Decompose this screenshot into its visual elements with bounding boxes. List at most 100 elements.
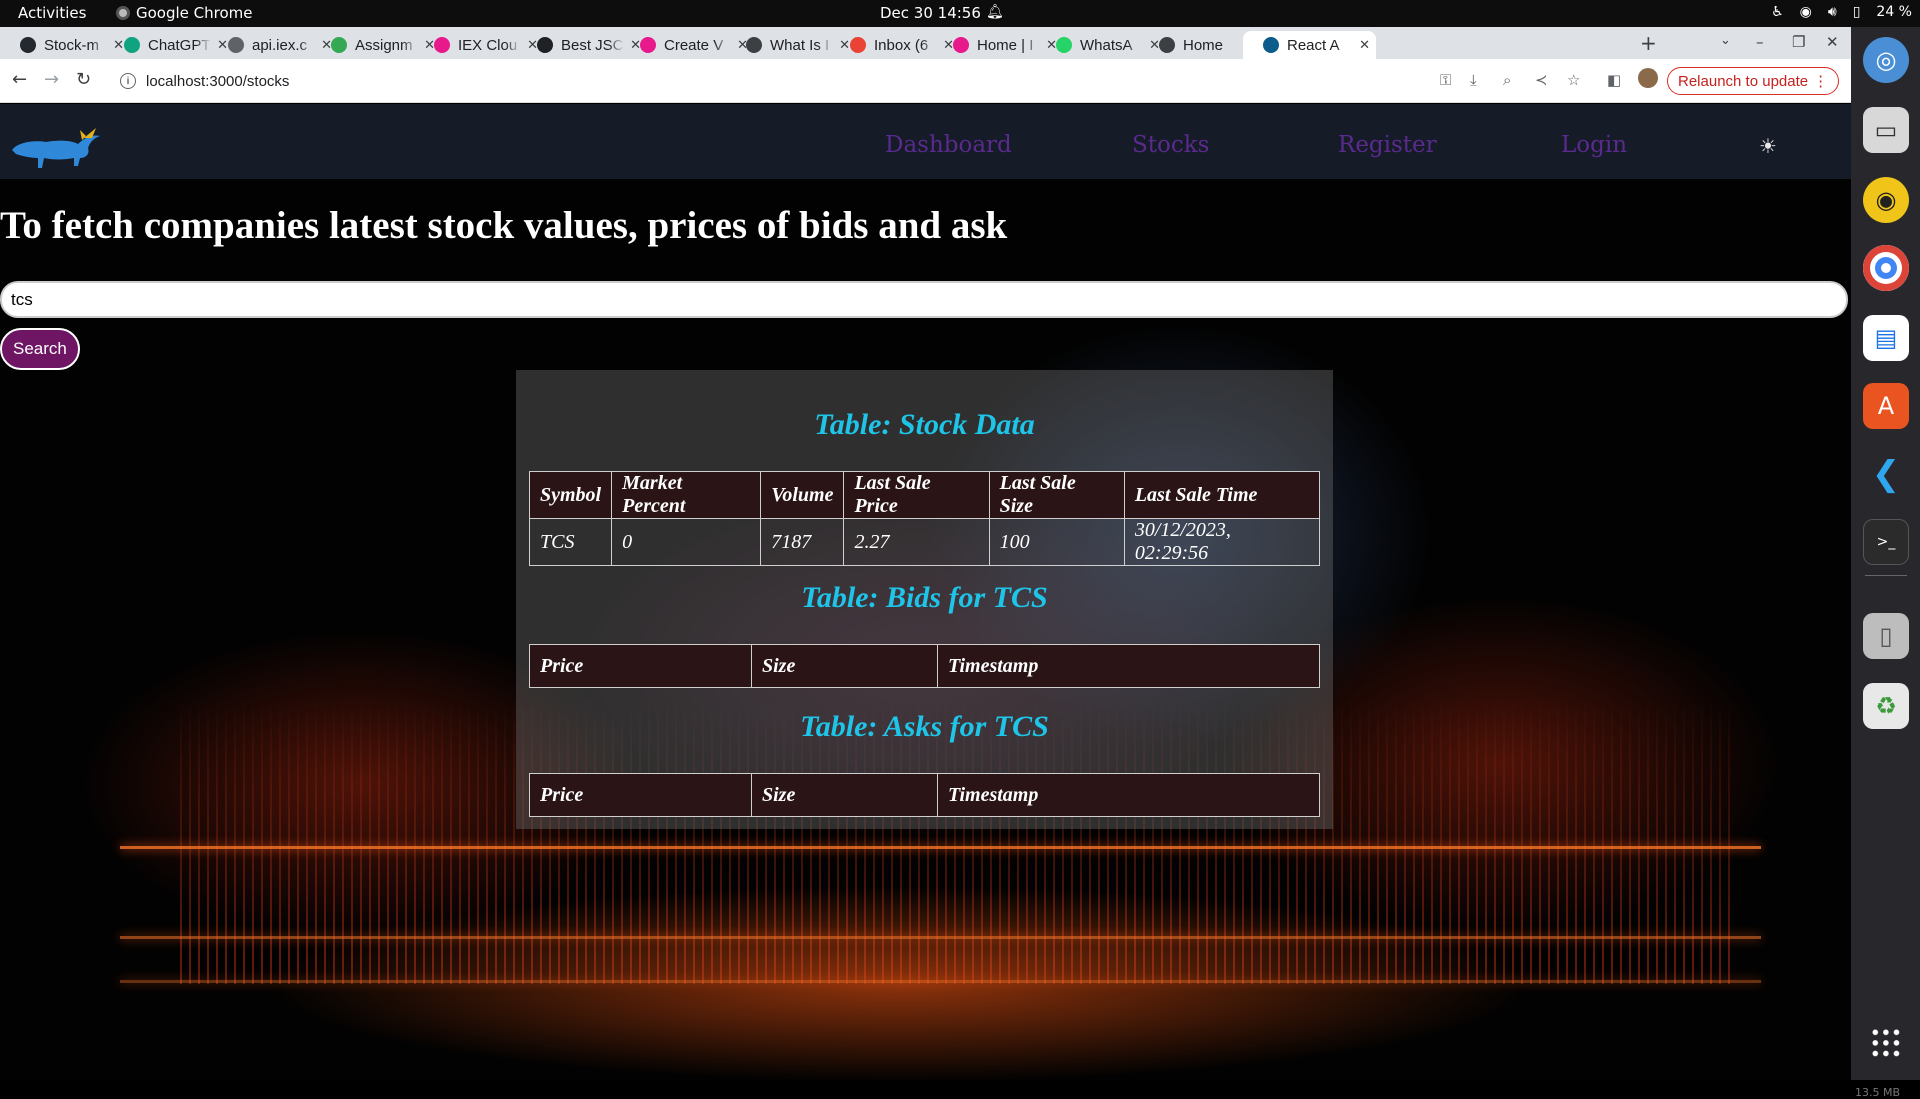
bull-logo-icon[interactable] xyxy=(8,126,104,170)
activities-button[interactable]: Activities xyxy=(18,4,86,22)
bids-table: Price Size Timestamp xyxy=(529,644,1320,688)
side-panel-icon[interactable]: ◧ xyxy=(1607,71,1621,89)
nav-register-link[interactable]: Register xyxy=(1338,132,1437,158)
search-button[interactable]: Search xyxy=(0,328,80,370)
page-heading: To fetch companies latest stock values, … xyxy=(0,204,1008,247)
stock-search-input[interactable] xyxy=(0,281,1848,318)
trash-icon[interactable]: ♻ xyxy=(1863,683,1909,729)
browser-toolbar: ← → ↻ i localhost:3000/stocks ⚿ ⤓ ⌕ ≺ ☆ … xyxy=(0,59,1851,103)
terminal-icon[interactable]: >_ xyxy=(1863,519,1909,565)
share-icon[interactable]: ≺ xyxy=(1535,71,1548,89)
site-info-icon[interactable]: i xyxy=(120,73,136,89)
url-text: localhost:3000/stocks xyxy=(146,72,290,90)
relaunch-label: Relaunch to update xyxy=(1678,72,1809,90)
reload-icon[interactable]: ↻ xyxy=(76,69,91,90)
iex-icon xyxy=(434,37,450,53)
tab-label: IEX Clou xyxy=(458,36,518,54)
tab-search-chevron-icon[interactable]: ⌄ xyxy=(1720,33,1731,48)
table-cell: 100 xyxy=(988,518,1125,566)
install-app-icon[interactable]: ⤓ xyxy=(1470,71,1477,89)
rhythmbox-icon[interactable]: ◉ xyxy=(1863,177,1909,223)
battery-percent: 24 % xyxy=(1876,4,1912,20)
chrome-icon[interactable] xyxy=(1863,245,1909,291)
asks-table-caption: Table: Asks for TCS xyxy=(800,710,1049,743)
stock-table-caption: Table: Stock Data xyxy=(814,408,1035,441)
forward-arrow-icon[interactable]: → xyxy=(44,69,59,90)
tab-label: WhatsA xyxy=(1080,36,1133,54)
column-header: Volume xyxy=(760,471,845,519)
table-header-row: Price Size Timestamp xyxy=(529,644,1320,688)
tab-label: Best JSC xyxy=(561,36,624,54)
more-menu-icon[interactable]: ⋮ xyxy=(1813,72,1828,90)
back-arrow-icon[interactable]: ← xyxy=(12,69,27,90)
zoom-icon[interactable]: ⌕ xyxy=(1503,71,1511,89)
tab-label: React A xyxy=(1287,36,1340,54)
table-header-row: Price Size Timestamp xyxy=(529,773,1320,817)
show-apps-grid-icon[interactable] xyxy=(1870,1027,1902,1059)
ubuntu-dock: ◎ ▭ ◉ ▤ A ❮ >_ ▯ ♻ 13.5 MB xyxy=(1851,27,1920,1099)
wifi-icon: ◉ xyxy=(1799,4,1812,20)
notification-bell-icon: 🔔︎ xyxy=(986,4,1004,20)
react-icon xyxy=(1263,37,1279,53)
chatgpt-icon xyxy=(124,37,140,53)
asks-table: Price Size Timestamp xyxy=(529,773,1320,817)
column-header: Market Percent xyxy=(611,471,762,519)
nav-login-link[interactable]: Login xyxy=(1561,132,1627,158)
column-header: Symbol xyxy=(528,471,613,519)
column-header: Price xyxy=(529,644,752,688)
table-row: TCS 0 7187 2.27 100 30/12/2023, 02:29:56 xyxy=(528,518,1321,566)
tab-label: ChatGPT xyxy=(148,36,211,54)
minimize-window-icon[interactable]: – xyxy=(1756,33,1764,51)
chrome-remote-icon[interactable]: ◎ xyxy=(1863,37,1909,83)
app-menu[interactable]: Google Chrome xyxy=(116,4,253,22)
table-cell: 30/12/2023, 02:29:56 xyxy=(1123,518,1321,566)
browser-tab[interactable]: React A ✕ xyxy=(1243,31,1376,59)
stock-data-table: Symbol Market Percent Volume Last Sale P… xyxy=(528,471,1321,566)
globe-icon xyxy=(228,37,244,53)
new-tab-plus-icon[interactable]: + xyxy=(1640,31,1657,55)
tab-label: What Is I xyxy=(770,36,830,54)
writer-icon[interactable]: ▤ xyxy=(1863,315,1909,361)
table-cell: 2.27 xyxy=(843,518,990,566)
files-icon[interactable]: ▭ xyxy=(1863,107,1909,153)
profile-avatar[interactable] xyxy=(1638,68,1658,88)
web-page: Dashboard Stocks Register Login ☀ To fet… xyxy=(0,104,1851,1080)
restore-window-icon[interactable]: ❐ xyxy=(1792,33,1805,51)
tab-label: Create V xyxy=(664,36,724,54)
background-glow-line xyxy=(120,936,1761,939)
volume-icon: 🔊︎ xyxy=(1827,4,1837,20)
bookmark-star-icon[interactable]: ☆ xyxy=(1567,71,1580,89)
column-header: Size xyxy=(751,773,938,817)
column-header: Last Sale Size xyxy=(988,471,1125,519)
close-window-icon[interactable]: ✕ xyxy=(1826,33,1839,51)
tab-label: api.iex.c xyxy=(252,36,308,54)
table-cell: 0 xyxy=(611,518,762,566)
column-header: Last Sale Price xyxy=(843,471,990,519)
relaunch-to-update-button[interactable]: Relaunch to update ⋮ xyxy=(1667,67,1840,95)
tab-label: Assignm xyxy=(355,36,413,54)
address-bar[interactable]: i localhost:3000/stocks xyxy=(108,65,1768,97)
column-header: Size xyxy=(751,644,938,688)
background-glow-line xyxy=(120,846,1761,849)
nav-dashboard-link[interactable]: Dashboard xyxy=(885,132,1012,158)
vscode-icon[interactable]: ❮ xyxy=(1863,451,1909,497)
background-glow-line xyxy=(120,980,1761,983)
bull-icon xyxy=(1159,37,1175,53)
software-icon[interactable]: A xyxy=(1863,383,1909,429)
table-cell: 7187 xyxy=(760,518,845,566)
tab-label: Inbox (6 xyxy=(874,36,929,54)
column-header: Timestamp xyxy=(937,773,1320,817)
dock-separator xyxy=(1865,575,1907,576)
password-key-icon[interactable]: ⚿ xyxy=(1440,71,1451,89)
whatsapp-icon xyxy=(1056,37,1072,53)
site-navbar: Dashboard Stocks Register Login ☀ xyxy=(0,104,1851,179)
github-icon xyxy=(20,37,36,53)
app-name: Google Chrome xyxy=(136,4,253,22)
accessibility-icon[interactable]: ♿︎ xyxy=(1771,4,1784,20)
drive-icon[interactable]: ▯ xyxy=(1863,613,1909,659)
tab-close-icon[interactable]: ✕ xyxy=(1359,37,1370,53)
system-tray[interactable]: ♿︎ ◉ 🔊︎ ▯ 24 % xyxy=(1771,4,1912,20)
clock[interactable]: Dec 30 14:56 xyxy=(880,4,981,22)
nav-stocks-link[interactable]: Stocks xyxy=(1132,132,1209,158)
theme-toggle-sun-icon[interactable]: ☀ xyxy=(1759,134,1777,158)
